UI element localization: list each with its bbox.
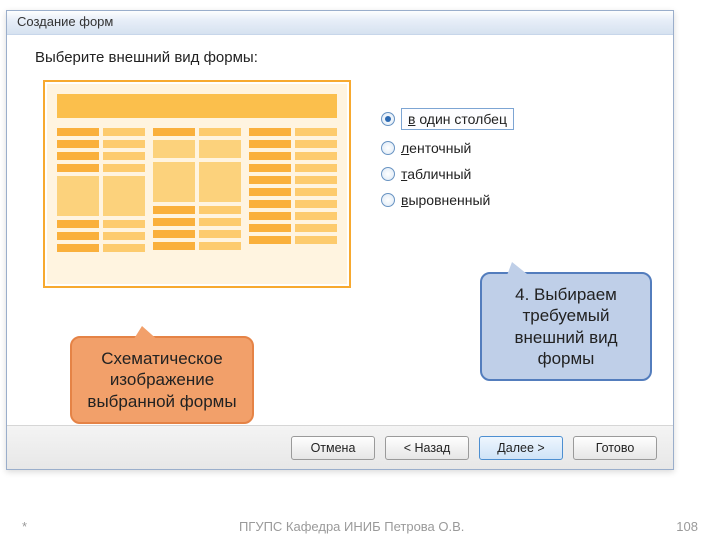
wizard-subtitle: Выберите внешний вид формы: <box>7 35 673 74</box>
layout-preview-frame <box>43 80 351 288</box>
cancel-button[interactable]: Отмена <box>291 436 375 460</box>
option-datasheet[interactable]: табличный <box>381 166 649 182</box>
radio-icon <box>381 112 395 126</box>
option-label: табличный <box>401 166 471 182</box>
slide-footer: * ПГУПС Кафедра ИНИБ Петрова О.В. 108 <box>0 519 720 534</box>
option-tabular-strip[interactable]: ленточный <box>381 140 649 156</box>
radio-icon <box>381 167 395 181</box>
option-label: ленточный <box>401 140 471 156</box>
callout-step-note: 4. Выбираем требуемый внешний вид формы <box>480 272 652 381</box>
layout-preview <box>47 84 347 284</box>
finish-button[interactable]: Готово <box>573 436 657 460</box>
window-title: Создание форм <box>7 11 673 35</box>
option-label: выровненный <box>401 192 490 208</box>
callout-preview-note: Схематическое изображение выбранной форм… <box>70 336 254 424</box>
wizard-buttons: Отмена < Назад Далее > Готово <box>7 425 673 469</box>
layout-options: в один столбец ленточный табличный выров… <box>351 80 649 288</box>
wizard-body: в один столбец ленточный табличный выров… <box>7 74 673 288</box>
option-columnar[interactable]: в один столбец <box>381 108 649 130</box>
option-label: в один столбец <box>401 108 514 130</box>
footer-center: ПГУПС Кафедра ИНИБ Петрова О.В. <box>27 519 676 534</box>
radio-icon <box>381 193 395 207</box>
next-button[interactable]: Далее > <box>479 436 563 460</box>
back-button[interactable]: < Назад <box>385 436 469 460</box>
option-justified[interactable]: выровненный <box>381 192 649 208</box>
footer-page: 108 <box>676 519 698 534</box>
radio-icon <box>381 141 395 155</box>
